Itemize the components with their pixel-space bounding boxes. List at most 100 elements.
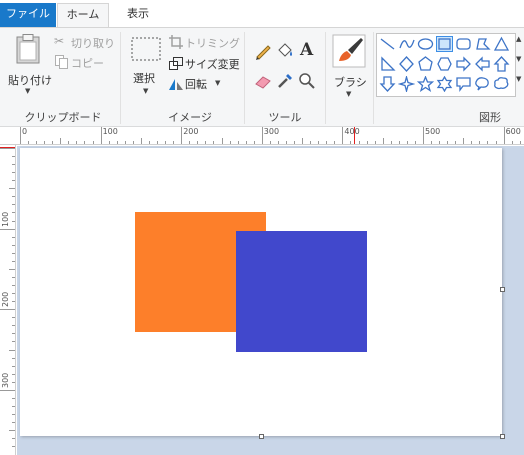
- crop-button[interactable]: トリミング: [168, 34, 240, 50]
- five-point-star-shape-icon[interactable]: [416, 75, 435, 93]
- ruler-tick: [423, 127, 424, 144]
- rounded-rectangle-shape-icon[interactable]: [455, 36, 472, 52]
- paste-button[interactable]: 貼り付け ▼: [4, 30, 52, 100]
- shapes-more-button[interactable]: ▼: [516, 75, 524, 93]
- pencil-button[interactable]: [254, 42, 272, 60]
- canvas-resize-handle-right[interactable]: [500, 287, 505, 292]
- ruler-tick: [12, 422, 15, 424]
- ruler-tick: [44, 141, 46, 144]
- curve-shape-icon[interactable]: [398, 36, 415, 52]
- canvas-resize-handle-bottom[interactable]: [259, 434, 264, 439]
- ruler-tick: [68, 141, 70, 144]
- tab-view[interactable]: 表示: [113, 3, 163, 27]
- ruler-tick: [165, 141, 167, 144]
- ruler-tick: [358, 141, 360, 144]
- select-button[interactable]: 選択 ▼: [128, 34, 162, 100]
- six-point-star-shape-icon[interactable]: [436, 75, 453, 93]
- left-arrow-shape-icon[interactable]: [474, 56, 491, 72]
- rect-callout-shape-icon[interactable]: [455, 76, 472, 92]
- rotate-button[interactable]: 回転 ▼: [168, 75, 228, 91]
- shapes-scroll-up-button[interactable]: ▲: [516, 35, 524, 53]
- ruler-tick: [511, 141, 513, 144]
- ruler-tick: [0, 148, 15, 149]
- tab-home[interactable]: ホーム: [57, 3, 109, 27]
- ruler-tick: [12, 301, 15, 303]
- ruler-tick: [12, 156, 15, 158]
- drawing-canvas[interactable]: [20, 148, 502, 436]
- ruler-tick: [12, 164, 15, 166]
- ruler-tick: [12, 438, 15, 440]
- ruler-tick: [382, 138, 384, 144]
- tab-file[interactable]: ファイル: [0, 3, 56, 27]
- up-arrow-shape-icon[interactable]: [493, 56, 510, 72]
- canvas-resize-handle-corner[interactable]: [500, 434, 505, 439]
- copy-icon: [55, 55, 68, 69]
- text-button[interactable]: A: [298, 40, 316, 60]
- group-divider: [325, 32, 326, 124]
- right-triangle-shape-icon[interactable]: [379, 56, 396, 72]
- right-arrow-shape-icon[interactable]: [455, 56, 472, 72]
- rotate-icon: [169, 79, 183, 90]
- pentagon-shape-icon[interactable]: [417, 56, 434, 72]
- ruler-tick: [342, 127, 344, 144]
- shapes-scroll-down-button[interactable]: ▼: [516, 55, 524, 73]
- ruler-tick: [213, 141, 215, 144]
- ruler-tick: [439, 141, 441, 144]
- resize-button[interactable]: サイズ変更: [168, 55, 240, 71]
- ruler-tick: [12, 276, 15, 278]
- copy-button[interactable]: コピー: [54, 54, 116, 70]
- oval-callout-shape-icon[interactable]: [474, 76, 491, 92]
- clipboard-group-label: クリップボード: [24, 111, 102, 124]
- blue-rectangle[interactable]: [236, 231, 367, 352]
- down-arrow-shape-icon[interactable]: [379, 76, 396, 92]
- ruler-tick: [487, 141, 489, 144]
- ruler-label: 600: [505, 127, 521, 136]
- eraser-button[interactable]: [254, 72, 272, 90]
- ruler-cursor-marker: [353, 127, 355, 144]
- ruler-tick: [447, 141, 449, 144]
- magnifier-button[interactable]: [298, 72, 316, 90]
- ruler-tick: [12, 293, 15, 295]
- hexagon-shape-icon[interactable]: [436, 56, 453, 72]
- rectangle-shape-icon[interactable]: [436, 36, 453, 52]
- oval-shape-icon[interactable]: [417, 36, 434, 52]
- triangle-shape-icon[interactable]: [493, 36, 510, 52]
- vertical-ruler: 100 200 300: [0, 145, 16, 455]
- pencil-icon: [256, 45, 271, 60]
- canvas-workspace: [17, 146, 524, 455]
- polygon-shape-icon[interactable]: [474, 36, 491, 52]
- ruler-tick: [76, 141, 78, 144]
- paste-label: 貼り付け: [8, 74, 52, 87]
- fill-bucket-icon: [278, 43, 292, 57]
- cloud-callout-shape-icon[interactable]: [493, 76, 510, 92]
- ruler-tick: [9, 188, 15, 190]
- ruler-tick: [12, 325, 15, 327]
- ruler-tick: [12, 446, 15, 448]
- ruler-tick: [398, 141, 400, 144]
- ruler-tick: [12, 405, 15, 407]
- ruler-tick: [479, 141, 481, 144]
- ruler-tick: [12, 236, 15, 238]
- shapes-group-label: 図形: [479, 111, 501, 124]
- color-picker-button[interactable]: [276, 72, 294, 90]
- fill-button[interactable]: [276, 42, 294, 60]
- ruler-tick: [221, 138, 223, 144]
- ruler-tick: [12, 260, 15, 262]
- ruler-tick: [140, 138, 142, 144]
- ruler-tick: [92, 141, 94, 144]
- ruler-tick: [374, 141, 376, 144]
- ruler-tick: [229, 141, 231, 144]
- brush-button[interactable]: ブラシ ▼: [328, 32, 370, 100]
- ruler-cursor-marker: [0, 147, 15, 148]
- brush-icon: [332, 34, 366, 68]
- line-shape-icon[interactable]: [379, 36, 396, 52]
- ruler-tick: [253, 141, 255, 144]
- ruler-tick: [12, 413, 15, 415]
- ruler-tick: [12, 220, 15, 222]
- diamond-shape-icon[interactable]: [398, 56, 415, 72]
- ruler-tick: [12, 333, 15, 335]
- four-point-star-shape-icon[interactable]: [397, 74, 416, 94]
- ruler-label: 300: [263, 127, 280, 136]
- ruler-label: 200: [1, 291, 10, 308]
- cut-button[interactable]: ✂ 切り取り: [54, 34, 116, 50]
